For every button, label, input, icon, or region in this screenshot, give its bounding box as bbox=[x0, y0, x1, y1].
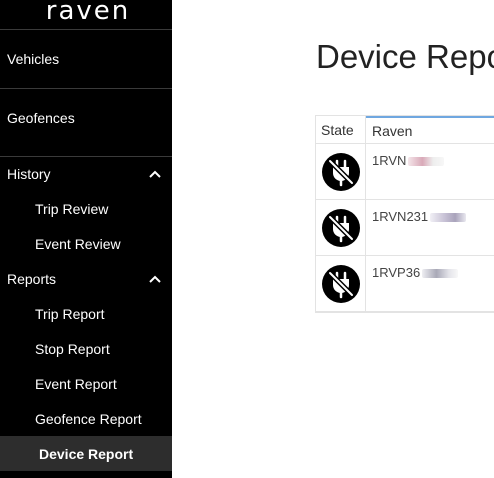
redacted-blur bbox=[408, 157, 445, 166]
state-cell bbox=[316, 144, 366, 199]
sidebar-item-geofence-report[interactable]: Geofence Report bbox=[0, 401, 172, 436]
device-report-table: State Raven 1RVN 1RVN231 1RVP36 bbox=[315, 115, 494, 313]
sidebar-group-label: Reports bbox=[7, 270, 57, 287]
redacted-blur bbox=[430, 213, 467, 222]
unplugged-icon bbox=[321, 264, 360, 303]
raven-id: 1RVP36 bbox=[372, 265, 421, 280]
chevron-up-icon bbox=[149, 275, 161, 283]
column-header-state[interactable]: State bbox=[316, 116, 366, 143]
logo-text: raven bbox=[45, 0, 131, 26]
sidebar-item-device-report[interactable]: Device Report bbox=[0, 436, 172, 471]
unplugged-icon bbox=[321, 208, 360, 247]
sidebar-item-geofences[interactable]: Geofences bbox=[0, 88, 172, 146]
sidebar-item-label: Trip Review bbox=[35, 200, 109, 217]
sidebar-group-history[interactable]: History bbox=[0, 156, 172, 191]
sidebar-item-label: Event Report bbox=[35, 375, 117, 392]
sidebar-item-event-report[interactable]: Event Report bbox=[0, 366, 172, 401]
sidebar-item-trip-report[interactable]: Trip Report bbox=[0, 296, 172, 331]
column-header-raven[interactable]: Raven bbox=[366, 116, 494, 143]
sidebar-item-label: Geofences bbox=[7, 109, 75, 126]
sidebar-item-label: Device Report bbox=[39, 445, 134, 462]
column-header-label: State bbox=[321, 121, 354, 138]
chevron-up-icon bbox=[149, 170, 161, 178]
sidebar: raven Vehicles Geofences History Trip Re… bbox=[0, 0, 172, 478]
raven-id-cell: 1RVN bbox=[372, 153, 445, 168]
sidebar-item-vehicles[interactable]: Vehicles bbox=[0, 29, 172, 87]
raven-id-cell: 1RVP36 bbox=[372, 265, 459, 280]
sidebar-item-label: Stop Report bbox=[35, 340, 110, 357]
sidebar-item-label: Trip Report bbox=[35, 305, 105, 322]
sidebar-group-reports[interactable]: Reports bbox=[0, 261, 172, 296]
sidebar-group-label: History bbox=[7, 166, 51, 182]
state-cell bbox=[316, 256, 366, 311]
redacted-blur bbox=[422, 269, 459, 278]
sidebar-item-stop-report[interactable]: Stop Report bbox=[0, 331, 172, 366]
raven-id: 1RVN bbox=[372, 153, 407, 168]
raven-id: 1RVN231 bbox=[372, 209, 429, 224]
page-title: Device Repo bbox=[316, 38, 494, 75]
table-row[interactable]: 1RVN bbox=[316, 144, 494, 200]
raven-id-cell: 1RVN231 bbox=[372, 209, 467, 224]
sidebar-item-event-review[interactable]: Event Review bbox=[0, 226, 172, 261]
sidebar-item-label: Vehicles bbox=[7, 50, 60, 67]
unplugged-icon bbox=[321, 152, 360, 191]
sidebar-item-trip-review[interactable]: Trip Review bbox=[0, 191, 172, 226]
column-header-label: Raven bbox=[372, 122, 413, 139]
raven-logo[interactable]: raven bbox=[0, 0, 172, 28]
table-row[interactable]: 1RVP36 bbox=[316, 256, 494, 312]
state-cell bbox=[316, 200, 366, 255]
sidebar-item-label: Geofence Report bbox=[35, 410, 142, 427]
table-row[interactable]: 1RVN231 bbox=[316, 200, 494, 256]
sidebar-item-label: Event Review bbox=[35, 235, 121, 252]
